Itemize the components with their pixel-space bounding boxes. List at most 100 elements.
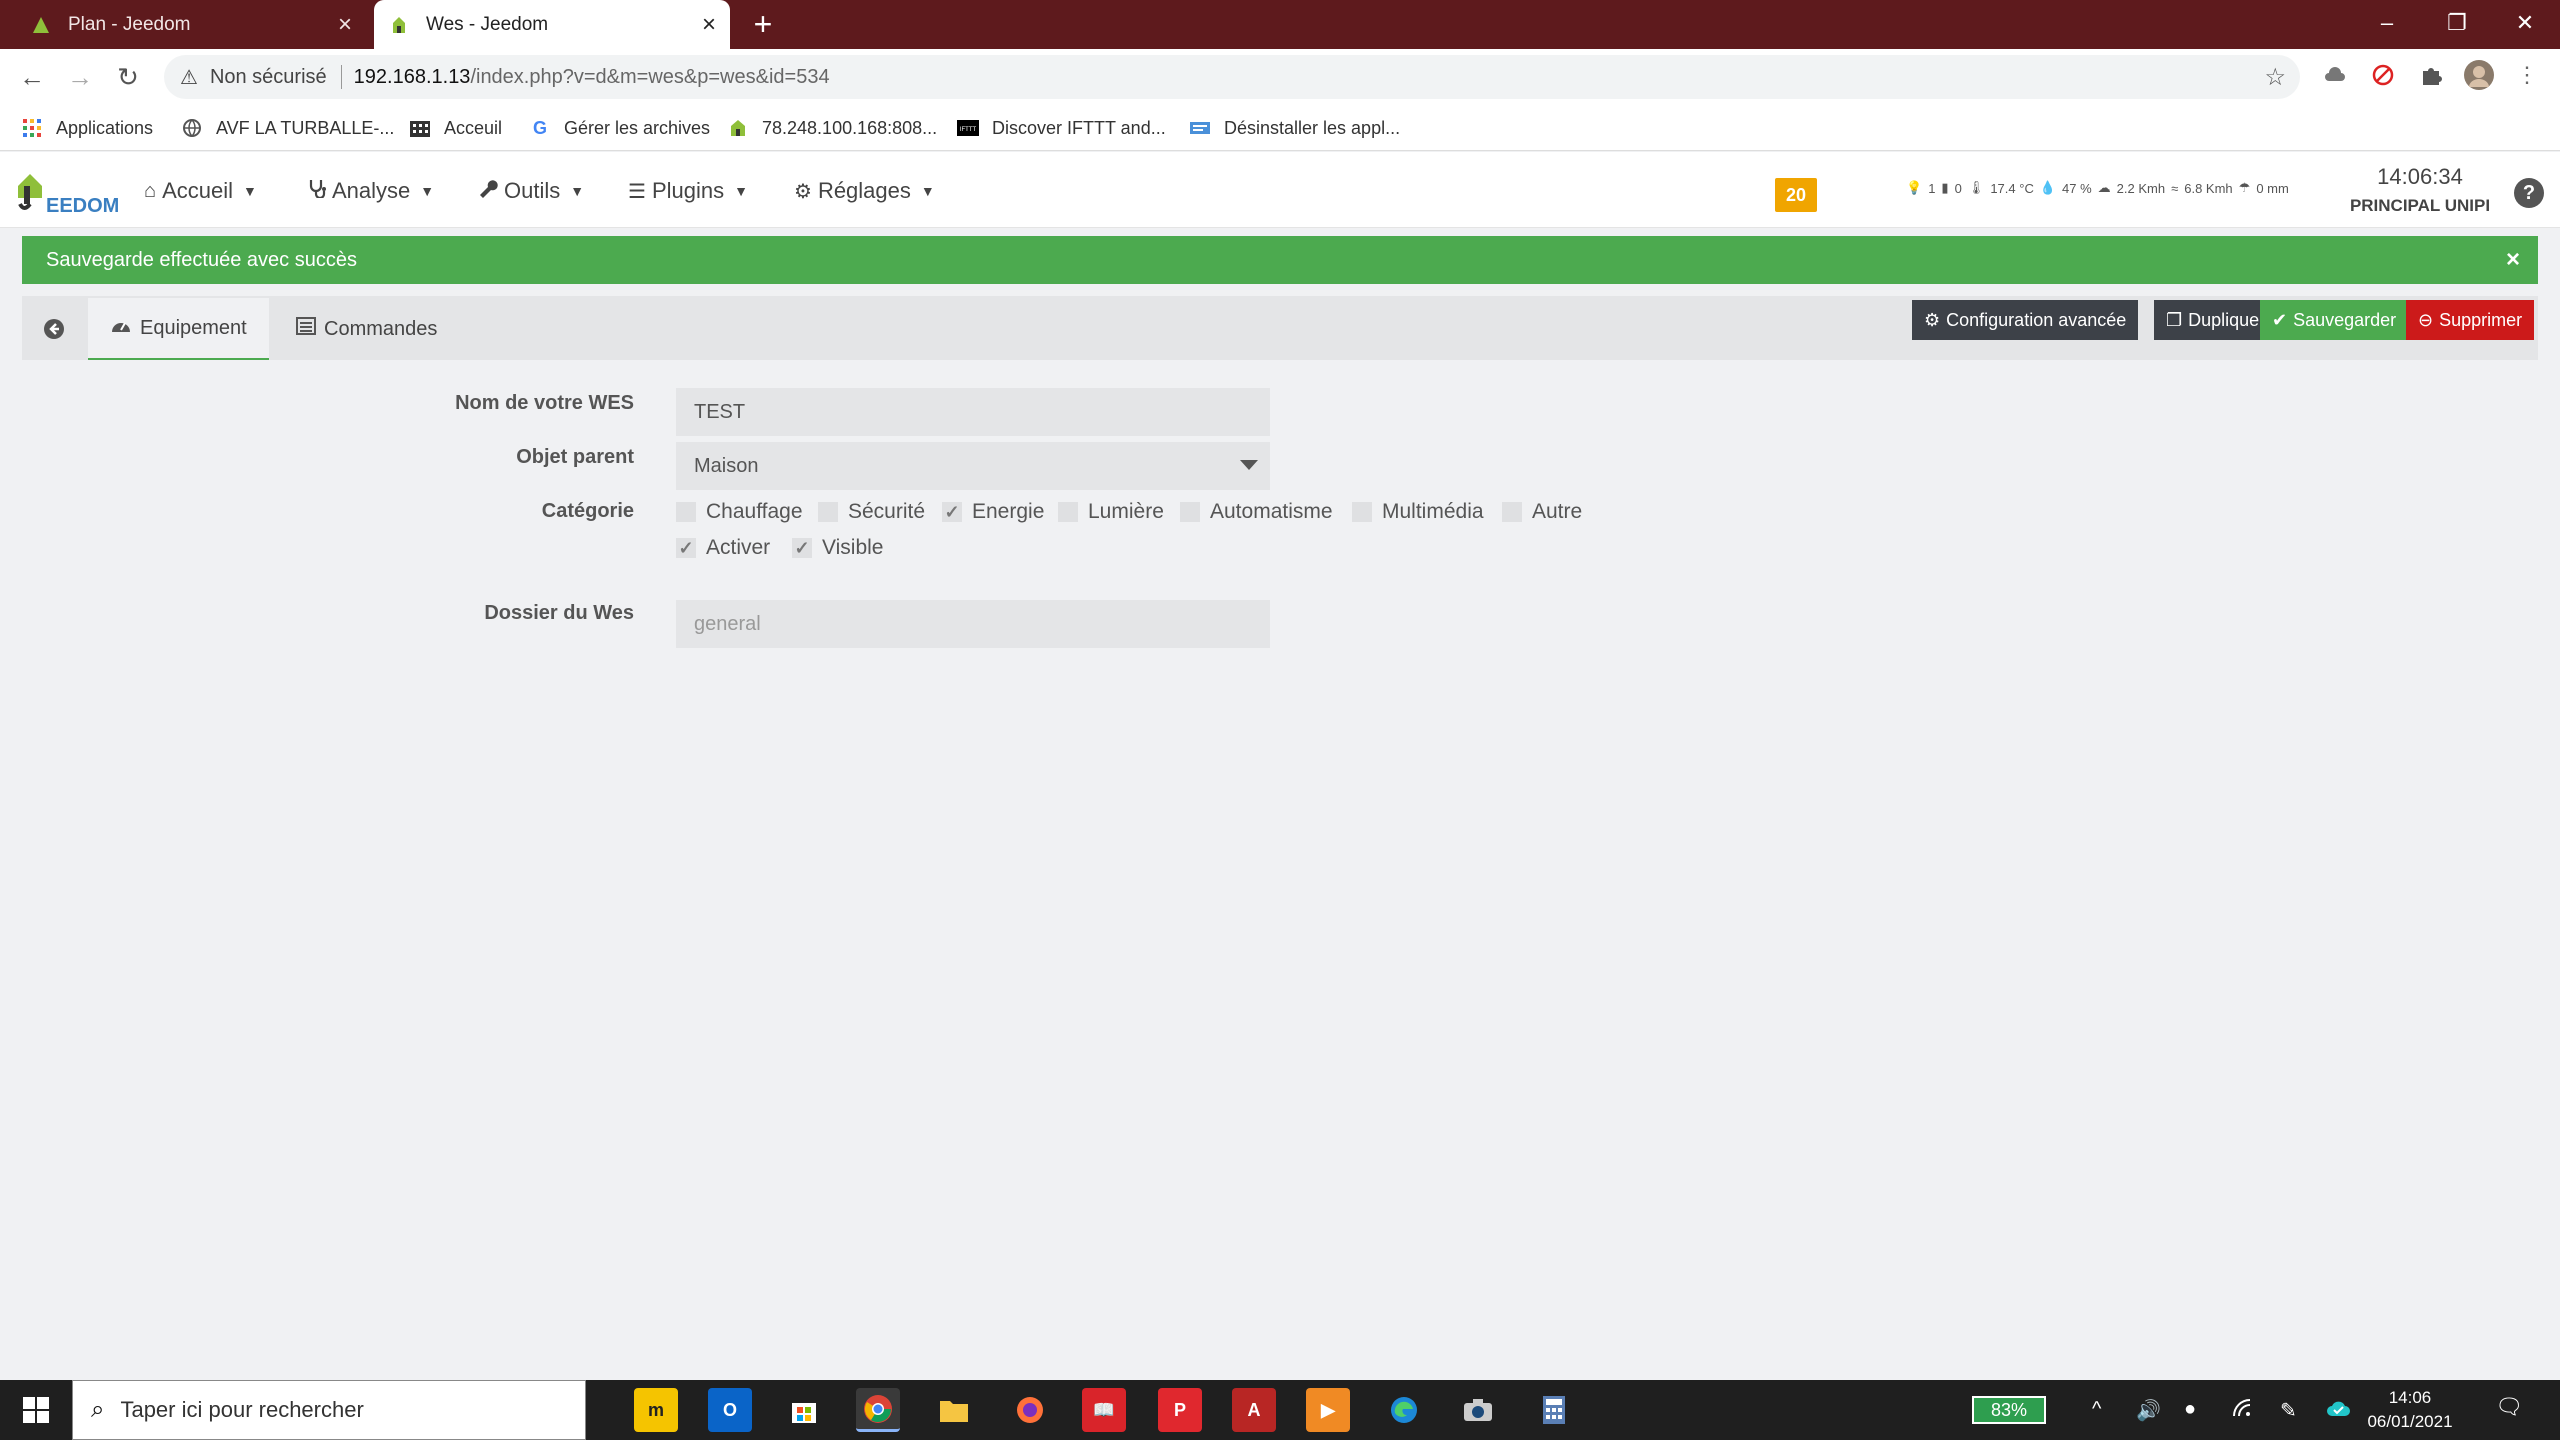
enable-checkbox[interactable]: ✓ Activer [676,536,770,560]
menu-label: Outils [504,178,561,203]
jeedom-favicon-icon [388,14,410,36]
category-energie-checkbox[interactable]: ✓ Energie [942,500,1044,524]
browser-tab-wes[interactable]: Wes - Jeedom × [374,0,730,49]
help-icon[interactable]: ? [2514,178,2544,208]
chevron-up-icon[interactable]: ^ [2092,1398,2101,1421]
bookmark-avf[interactable]: AVF LA TURBALLE-... [180,113,394,143]
save-button[interactable]: ✔ Sauvegarder [2260,300,2409,340]
visible-checkbox[interactable]: ✓ Visible [792,536,883,560]
bookmark-star-icon[interactable]: ☆ [2264,63,2286,92]
bookmark-applications[interactable]: Applications [20,113,153,143]
notification-badge[interactable]: 20 [1775,178,1817,212]
duplicate-button[interactable]: ❐ Dupliquer [2154,300,2278,340]
category-multimedia-checkbox[interactable]: Multimédia [1352,500,1484,524]
menu-outils[interactable]: Outils ▼ [478,176,584,206]
category-automatisme-checkbox[interactable]: Automatisme [1180,500,1333,524]
edge-app-icon[interactable] [1382,1388,1426,1432]
jeedom-logo[interactable]: EEDOM [10,164,120,218]
close-tab-icon[interactable]: × [694,11,724,39]
back-button[interactable] [22,298,86,360]
tab-title: Plan - Jeedom [68,13,191,35]
camera-app-icon[interactable] [1456,1388,1500,1432]
restore-icon[interactable]: ❐ [2422,0,2492,46]
store-app-icon[interactable] [782,1388,826,1432]
uninstall-icon [1188,116,1212,140]
rain-icon: ☂ [2238,180,2251,195]
folder-placeholder: general [694,612,761,635]
tab-commands[interactable]: Commandes [274,298,459,360]
category-lumiere-checkbox[interactable]: Lumière [1058,500,1164,524]
firefox-app-icon[interactable] [1008,1388,1052,1432]
bookmark-label: Désinstaller les appl... [1224,117,1401,138]
chevron-down-icon [1240,460,1258,470]
forward-arrow-icon[interactable]: → [62,59,98,95]
light-icon: 💡 [1906,180,1923,195]
advanced-config-button[interactable]: ⚙ Configuration avancée [1912,300,2139,340]
name-input[interactable]: TEST [676,388,1270,436]
adblock-extension-icon[interactable] [2368,60,2398,90]
category-chauffage-checkbox[interactable]: Chauffage [676,500,803,524]
battery-indicator[interactable]: 83% [1972,1396,2046,1424]
close-alert-icon[interactable]: × [2506,246,2520,274]
menu-plugins[interactable]: ☰ Plugins ▼ [628,176,748,206]
delete-button[interactable]: ⊖ Supprimer [2406,300,2535,340]
menu-reglages[interactable]: ⚙ Réglages ▼ [794,176,935,206]
webcam-icon[interactable]: ● [2184,1398,2196,1421]
browser-toolbar: ← → ↻ ⚠ Non sécurisé 192.168.1.13 /index… [0,49,2560,105]
bookmark-archives[interactable]: G Gérer les archives [528,113,710,143]
volume-icon[interactable]: 🔊 [2136,1398,2161,1423]
alert-message: Sauvegarde effectuée avec succès [46,248,357,271]
dashboard-gauge-icon [110,316,132,340]
wifi-icon[interactable] [2232,1398,2254,1424]
browser-tab-plan[interactable]: Plan - Jeedom × [16,0,366,49]
category-label: Catégorie [541,500,634,522]
minimize-icon[interactable]: – [2352,0,2422,46]
chrome-app-icon[interactable] [856,1388,900,1432]
bookmark-acceuil[interactable]: Acceuil [408,113,502,143]
close-tab-icon[interactable]: × [330,11,360,39]
folder-input[interactable]: general [676,600,1270,648]
drive-extension-icon[interactable] [2320,60,2350,90]
button-label: Supprimer [2439,309,2523,330]
taskbar-date: 06/01/2021 [2367,1412,2453,1431]
address-bar[interactable]: ⚠ Non sécurisé 192.168.1.13 /index.php?v… [164,55,2300,99]
close-window-icon[interactable]: ✕ [2490,0,2560,46]
caret-down-icon: ▼ [920,183,935,199]
file-explorer-app-icon[interactable] [932,1388,976,1432]
taskbar-clock[interactable]: 14:06 06/01/2021 [2360,1386,2460,1434]
extensions-puzzle-icon[interactable] [2416,60,2446,90]
new-tab-button[interactable]: + [746,8,780,42]
menu-accueil[interactable]: ⌂ Accueil ▼ [144,176,257,206]
globe-icon [180,116,204,140]
presentation-app-icon[interactable]: P [1158,1388,1202,1432]
calculator-app-icon[interactable] [1532,1388,1576,1432]
outlook-app-icon[interactable]: O [708,1388,752,1432]
bookmark-uninstall[interactable]: Désinstaller les appl... [1188,113,1400,143]
back-arrow-icon[interactable]: ← [14,59,50,95]
summary-lights: 1 [1928,180,1936,196]
profile-avatar[interactable] [2464,60,2494,90]
category-autre-checkbox[interactable]: Autre [1502,500,1582,524]
cloud-sync-icon[interactable] [2326,1398,2352,1424]
parent-select[interactable]: Maison [676,442,1270,490]
bookmark-remote-jeedom[interactable]: 78.248.100.168:808... [726,113,937,143]
pdf-app-icon[interactable]: A [1232,1388,1276,1432]
reload-icon[interactable]: ↻ [110,59,146,95]
reader-app-icon[interactable]: 📖 [1082,1388,1126,1432]
tab-equipment[interactable]: Equipement [88,298,269,360]
checkmark-icon: ✓ [676,538,696,558]
windows-start-icon[interactable] [0,1380,72,1440]
notification-center-icon[interactable]: 🗨 [2492,1394,2526,1424]
bookmark-ifttt[interactable]: IFTTT Discover IFTTT and... [956,113,1166,143]
copy-icon: ❐ [2166,309,2183,330]
pen-icon[interactable]: ✎ [2280,1398,2297,1423]
summary-bar[interactable]: 💡 1 ▮ 0 🌡 17.4 °C 💧 47 % ☁ 2.2 Kmh ≈ 6.8… [1906,180,2295,196]
miro-app-icon[interactable]: m [634,1388,678,1432]
media-player-app-icon[interactable]: ▶ [1306,1388,1350,1432]
category-securite-checkbox[interactable]: Sécurité [818,500,925,524]
menu-analyse[interactable]: Analyse ▼ [308,176,434,206]
checkbox-label: Sécurité [848,500,926,523]
checkbox-box [676,502,696,522]
taskbar-search[interactable]: ⌕ Taper ici pour rechercher [72,1380,586,1440]
chrome-menu-icon[interactable]: ⋮ [2512,60,2542,90]
